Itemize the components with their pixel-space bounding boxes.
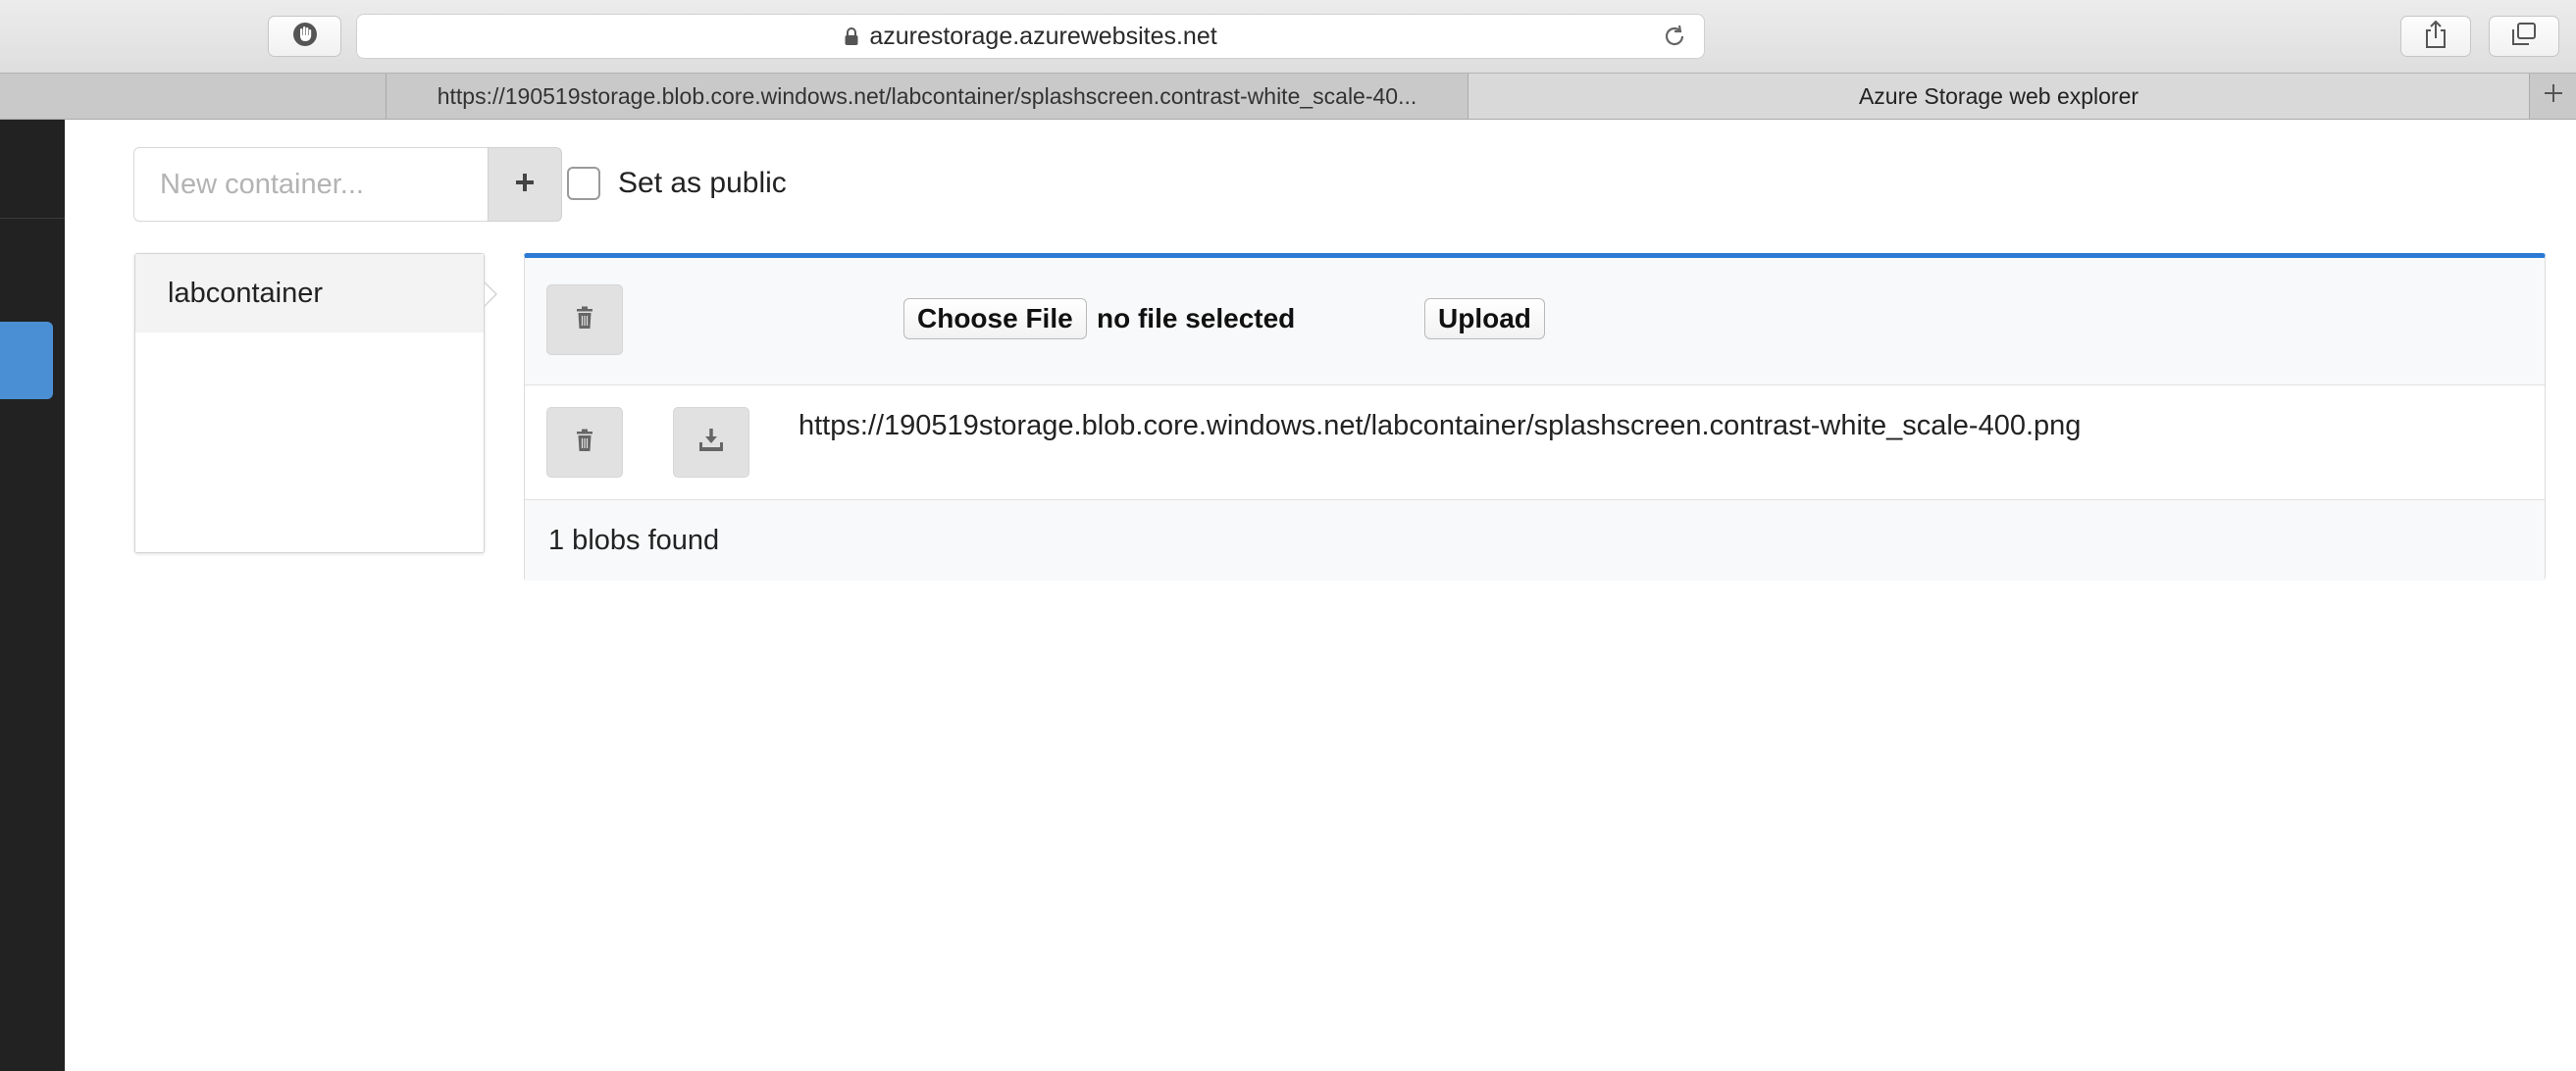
browser-toolbar: azurestorage.azurewebsites.net: [0, 0, 2576, 73]
plus-icon: [513, 171, 537, 199]
no-file-selected-text: no file selected: [1097, 303, 1296, 333]
tab-blob-url[interactable]: https://190519storage.blob.core.windows.…: [386, 74, 1468, 119]
tab-label: Azure Storage web explorer: [1858, 82, 2139, 109]
blob-panel: Choose File no file selected Upload http…: [524, 253, 2546, 581]
set-public-label: Set as public: [618, 167, 787, 199]
add-container-button[interactable]: [488, 147, 562, 222]
share-button[interactable]: [2400, 16, 2471, 57]
address-text: azurestorage.azurewebsites.net: [869, 22, 1217, 50]
tabs-overview-icon: [2510, 22, 2538, 52]
blob-row: https://190519storage.blob.core.windows.…: [525, 385, 2545, 500]
trash-icon: [575, 306, 594, 334]
share-icon: [2423, 20, 2448, 54]
new-container-input[interactable]: [133, 147, 489, 222]
download-icon: [697, 428, 725, 458]
app-sidebar: [0, 120, 65, 1071]
trash-icon: [575, 429, 594, 457]
address-bar[interactable]: azurestorage.azurewebsites.net: [356, 14, 1705, 59]
sidebar-divider: [0, 218, 65, 219]
tabs-overview-button[interactable]: [2489, 16, 2559, 57]
container-list: labcontainer: [134, 253, 485, 553]
delete-blob-button[interactable]: [546, 407, 623, 478]
blob-footer: 1 blobs found: [525, 500, 2545, 581]
plus-icon: [2543, 82, 2564, 110]
delete-container-button[interactable]: [546, 284, 623, 355]
container-item-labcontainer[interactable]: labcontainer: [135, 254, 484, 332]
download-blob-button[interactable]: [673, 407, 749, 478]
blob-count-text: 1 blobs found: [548, 525, 720, 556]
sidebar-item-active[interactable]: [0, 322, 53, 399]
container-name: labcontainer: [168, 277, 323, 309]
tab-bar: https://190519storage.blob.core.windows.…: [0, 73, 2576, 120]
choose-file-button[interactable]: Choose File: [903, 298, 1087, 339]
lock-icon: [844, 26, 859, 46]
blob-url-text[interactable]: https://190519storage.blob.core.windows.…: [799, 407, 2081, 444]
upload-button[interactable]: Upload: [1424, 298, 1545, 339]
tab-azure-explorer[interactable]: Azure Storage web explorer: [1468, 74, 2529, 119]
set-public-checkbox[interactable]: [567, 167, 600, 200]
hand-stop-icon: [291, 21, 319, 53]
new-tab-button[interactable]: [2529, 74, 2576, 119]
reload-icon[interactable]: [1661, 23, 1688, 57]
tab-label: https://190519storage.blob.core.windows.…: [437, 82, 1417, 109]
privacy-button[interactable]: [268, 16, 341, 57]
selection-caret-icon: [484, 280, 498, 313]
upload-row: Choose File no file selected Upload: [525, 258, 2545, 385]
